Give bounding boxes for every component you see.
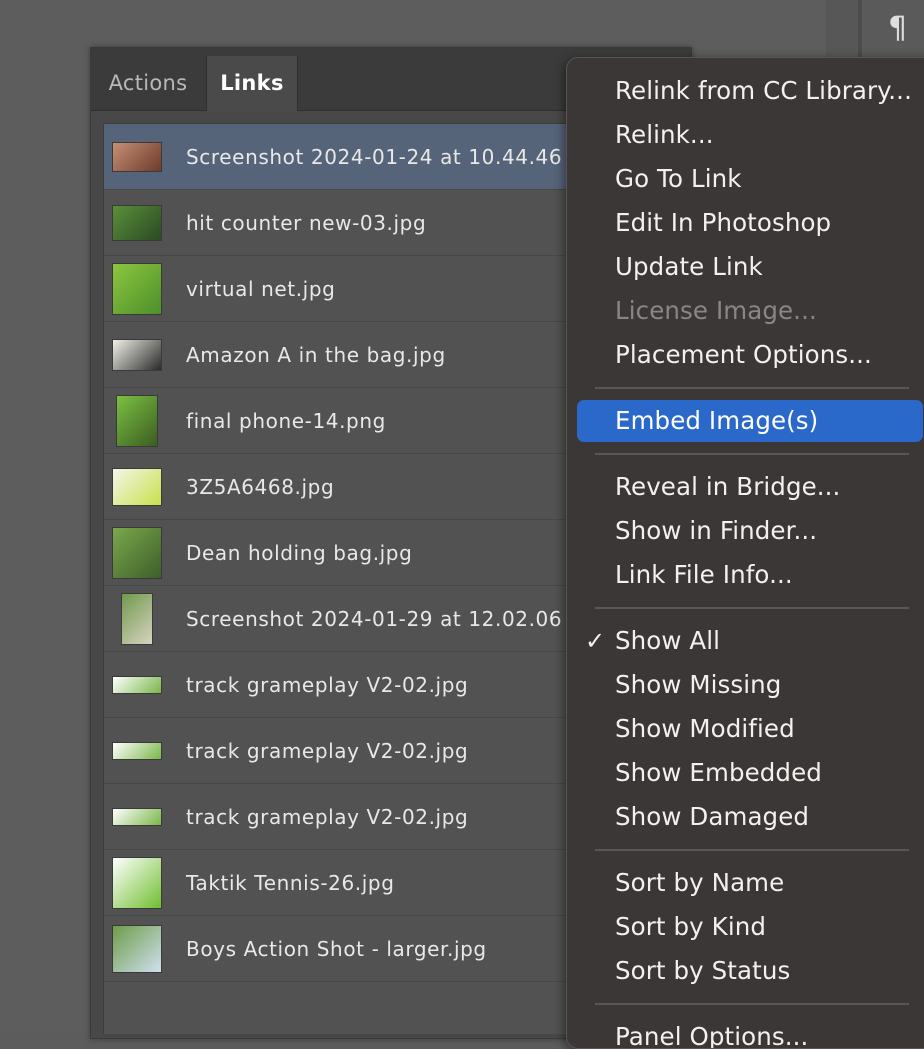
link-name: 3Z5A6468.jpg xyxy=(186,474,335,499)
checkmark-icon: ✓ xyxy=(585,627,606,655)
link-thumbnail xyxy=(112,856,162,909)
menu-item-show-in-finder[interactable]: Show in Finder... xyxy=(577,510,923,552)
link-thumbnail xyxy=(112,592,162,645)
link-thumbnail xyxy=(112,526,162,579)
menu-item-link-file-info[interactable]: Link File Info... xyxy=(577,554,923,596)
thumbnail-image xyxy=(121,592,153,645)
menu-separator xyxy=(595,453,909,455)
menu-item-label: Show Missing xyxy=(615,670,782,699)
tab-links[interactable]: Links xyxy=(206,56,298,111)
menu-item-label: Show Embedded xyxy=(615,758,822,787)
menu-item-label: Show All xyxy=(615,626,721,655)
menu-item-update-link[interactable]: Update Link xyxy=(577,246,923,288)
menu-item-show-missing[interactable]: Show Missing xyxy=(577,664,923,706)
menu-item-panel-options[interactable]: Panel Options... xyxy=(577,1016,923,1049)
link-thumbnail xyxy=(112,792,162,842)
menu-item-label: Reveal in Bridge... xyxy=(615,472,841,501)
thumbnail-image xyxy=(116,394,158,447)
link-name: Dean holding bag.jpg xyxy=(186,540,413,565)
menu-item-label: Sort by Name xyxy=(615,868,785,897)
menu-separator xyxy=(595,849,909,851)
thumbnail-image xyxy=(112,924,162,973)
tab-actions[interactable]: Actions xyxy=(91,56,205,110)
thumbnail-image xyxy=(112,338,162,371)
link-thumbnail xyxy=(112,462,162,512)
menu-item-label: Show in Finder... xyxy=(615,516,818,545)
thumbnail-image xyxy=(112,262,162,315)
menu-item-show-damaged[interactable]: Show Damaged xyxy=(577,796,923,838)
link-thumbnail xyxy=(112,262,162,315)
thumbnail-image xyxy=(112,807,162,826)
thumbnail-image xyxy=(112,856,162,909)
thumbnail-image xyxy=(112,204,162,241)
menu-separator xyxy=(595,387,909,389)
link-thumbnail xyxy=(112,198,162,248)
menu-item-relink[interactable]: Relink... xyxy=(577,114,923,156)
menu-item-label: Sort by Kind xyxy=(615,912,766,941)
menu-item-placement-options[interactable]: Placement Options... xyxy=(577,334,923,376)
link-name: track grameplay V2-02.jpg xyxy=(186,804,469,829)
link-name: track grameplay V2-02.jpg xyxy=(186,738,469,763)
link-thumbnail xyxy=(112,726,162,776)
link-name: final phone-14.png xyxy=(186,408,386,433)
link-thumbnail xyxy=(112,660,162,710)
menu-item-sort-by-name[interactable]: Sort by Name xyxy=(577,862,923,904)
link-name: Screenshot 2024-01-24 at 10.44.46 am xyxy=(186,144,603,169)
menu-item-label: Relink... xyxy=(615,120,714,149)
menu-item-label: Panel Options... xyxy=(615,1022,809,1049)
link-thumbnail xyxy=(112,132,162,182)
menu-item-sort-by-kind[interactable]: Sort by Kind xyxy=(577,906,923,948)
link-name: Screenshot 2024-01-29 at 12.02.06 pm xyxy=(186,606,603,631)
link-thumbnail xyxy=(112,924,162,974)
menu-item-label: Sort by Status xyxy=(615,956,791,985)
menu-item-label: Embed Image(s) xyxy=(615,406,819,435)
menu-item-show-all[interactable]: ✓ Show All xyxy=(577,620,923,662)
menu-item-label: Placement Options... xyxy=(615,340,872,369)
menu-item-embed-image-s[interactable]: Embed Image(s) xyxy=(577,400,923,442)
thumbnail-image xyxy=(112,675,162,694)
menu-item-edit-in-photoshop[interactable]: Edit In Photoshop xyxy=(577,202,923,244)
menu-item-sort-by-status[interactable]: Sort by Status xyxy=(577,950,923,992)
link-name: hit counter new-03.jpg xyxy=(186,210,427,235)
menu-item-label: Edit In Photoshop xyxy=(615,208,832,237)
link-name: Boys Action Shot - larger.jpg xyxy=(186,936,487,961)
thumbnail-image xyxy=(112,526,162,579)
menu-item-license-image: License Image... xyxy=(577,290,923,332)
menu-separator xyxy=(595,1003,909,1005)
link-name: Taktik Tennis-26.jpg xyxy=(186,870,395,895)
menu-separator xyxy=(595,607,909,609)
link-name: virtual net.jpg xyxy=(186,276,336,301)
menu-item-label: License Image... xyxy=(615,296,817,325)
link-thumbnail xyxy=(112,330,162,380)
menu-item-show-modified[interactable]: Show Modified xyxy=(577,708,923,750)
menu-item-label: Go To Link xyxy=(615,164,742,193)
menu-item-relink-from-cc-library[interactable]: Relink from CC Library... xyxy=(577,70,923,112)
links-panel-menu: Relink from CC Library... Relink... Go To … xyxy=(566,57,924,1049)
menu-item-label: Link File Info... xyxy=(615,560,793,589)
menu-item-label: Update Link xyxy=(615,252,763,281)
thumbnail-image xyxy=(112,141,162,172)
thumbnail-image xyxy=(112,467,162,506)
link-name: track grameplay V2-02.jpg xyxy=(186,672,469,697)
menu-item-show-embedded[interactable]: Show Embedded xyxy=(577,752,923,794)
thumbnail-image xyxy=(112,741,162,760)
menu-item-go-to-link[interactable]: Go To Link xyxy=(577,158,923,200)
menu-item-reveal-in-bridge[interactable]: Reveal in Bridge... xyxy=(577,466,923,508)
menu-item-label: Show Modified xyxy=(615,714,795,743)
menu-item-label: Relink from CC Library... xyxy=(615,76,912,105)
link-name: Amazon A in the bag.jpg xyxy=(186,342,446,367)
paragraph-icon[interactable]: ¶ xyxy=(888,14,907,44)
menu-item-label: Show Damaged xyxy=(615,802,810,831)
link-thumbnail xyxy=(112,394,162,447)
